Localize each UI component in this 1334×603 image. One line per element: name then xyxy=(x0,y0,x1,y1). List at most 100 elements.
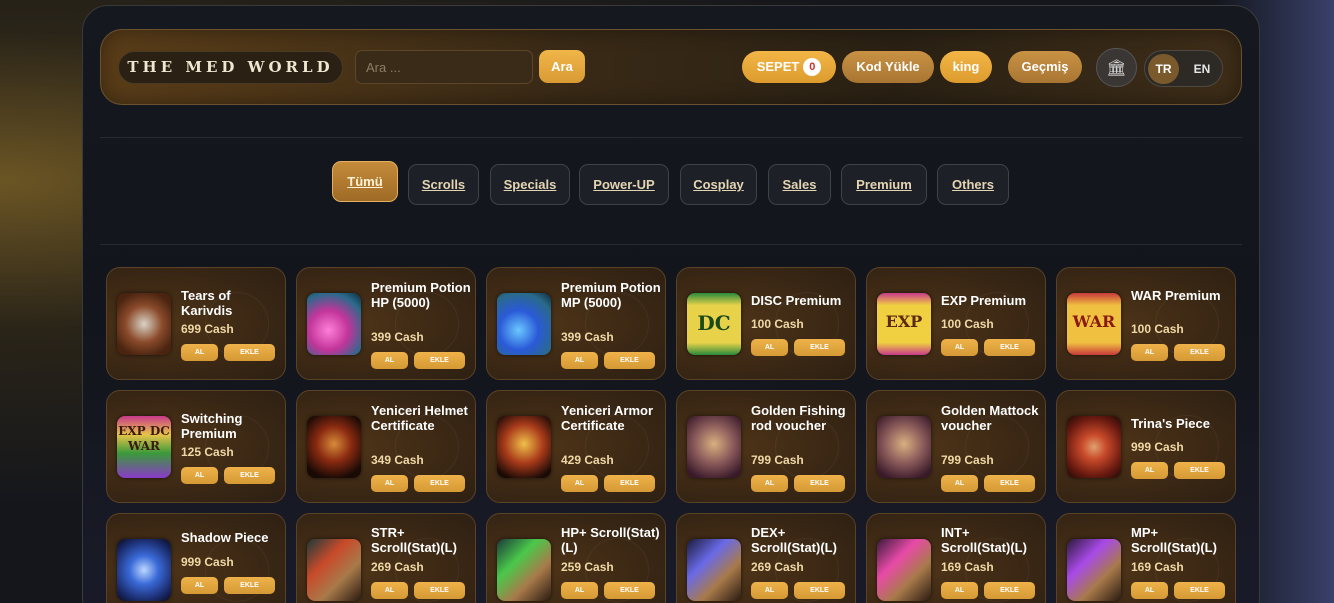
tab-cosplay[interactable]: Cosplay xyxy=(680,164,757,205)
product-price: 100 Cash xyxy=(751,317,804,331)
add-to-cart-button[interactable]: EKLE xyxy=(604,475,655,492)
buy-button[interactable]: AL xyxy=(941,475,978,492)
product-name: EXP Premium xyxy=(941,293,1027,308)
helmet-icon xyxy=(307,416,361,478)
buy-button[interactable]: AL xyxy=(371,582,408,599)
add-to-cart-button[interactable]: EKLE xyxy=(984,582,1035,599)
add-to-cart-button[interactable]: EKLE xyxy=(224,344,275,361)
product-price: 169 Cash xyxy=(1131,560,1184,574)
product-card[interactable]: MP+ Scroll(Stat)(L) 169 Cash AL EKLE xyxy=(1056,513,1236,603)
buy-button[interactable]: AL xyxy=(1131,462,1168,479)
add-to-cart-button[interactable]: EKLE xyxy=(794,475,845,492)
buy-button[interactable]: AL xyxy=(751,475,788,492)
tab-sales[interactable]: Sales xyxy=(768,164,831,205)
tab-premium[interactable]: Premium xyxy=(841,164,927,205)
buy-button[interactable]: AL xyxy=(941,339,978,356)
product-name: Premium Potion MP (5000) xyxy=(561,280,661,310)
bank-icon[interactable]: 🏛 xyxy=(1096,48,1137,87)
lang-tr-button[interactable]: TR xyxy=(1148,54,1179,84)
product-name: Golden Fishing rod voucher xyxy=(751,403,846,433)
add-to-cart-button[interactable]: EKLE xyxy=(794,339,845,356)
buy-button[interactable]: AL xyxy=(181,577,218,594)
product-price: 429 Cash xyxy=(561,453,614,467)
buy-button[interactable]: AL xyxy=(1131,582,1168,599)
add-to-cart-button[interactable]: EKLE xyxy=(224,467,275,484)
product-card[interactable]: DC DISC Premium 100 Cash AL EKLE xyxy=(676,267,856,380)
add-to-cart-button[interactable]: EKLE xyxy=(604,352,655,369)
search-button[interactable]: Ara xyxy=(539,50,585,83)
buy-button[interactable]: AL xyxy=(371,352,408,369)
product-card[interactable]: Golden Fishing rod voucher 799 Cash AL E… xyxy=(676,390,856,503)
buy-button[interactable]: AL xyxy=(1131,344,1168,361)
product-card[interactable]: Shadow Piece 999 Cash AL EKLE xyxy=(106,513,286,603)
product-card[interactable]: DEX+ Scroll(Stat)(L) 269 Cash AL EKLE xyxy=(676,513,856,603)
add-to-cart-button[interactable]: EKLE xyxy=(604,582,655,599)
product-name: MP+ Scroll(Stat)(L) xyxy=(1131,525,1217,555)
buy-button[interactable]: AL xyxy=(561,475,598,492)
buy-button[interactable]: AL xyxy=(561,582,598,599)
buy-button[interactable]: AL xyxy=(941,582,978,599)
buy-button[interactable]: AL xyxy=(561,352,598,369)
product-card[interactable]: Yeniceri Armor Certificate 429 Cash AL E… xyxy=(486,390,666,503)
product-name: Shadow Piece xyxy=(181,530,269,545)
site-logo[interactable]: THE MED WORLD xyxy=(118,51,343,84)
add-to-cart-button[interactable]: EKLE xyxy=(984,475,1035,492)
product-card[interactable]: Golden Mattock voucher 799 Cash AL EKLE xyxy=(866,390,1046,503)
armor-icon xyxy=(497,416,551,478)
add-to-cart-button[interactable]: EKLE xyxy=(414,475,465,492)
tab-tumu[interactable]: Tümü xyxy=(332,161,398,202)
product-card[interactable]: HP+ Scroll(Stat)(L) 259 Cash AL EKLE xyxy=(486,513,666,603)
product-price: 799 Cash xyxy=(751,453,804,467)
tab-others[interactable]: Others xyxy=(937,164,1009,205)
product-price: 100 Cash xyxy=(1131,322,1184,336)
str-scroll-icon xyxy=(307,539,361,601)
buy-button[interactable]: AL xyxy=(181,344,218,361)
buy-button[interactable]: AL xyxy=(751,582,788,599)
product-name: WAR Premium xyxy=(1131,288,1221,303)
add-to-cart-button[interactable]: EKLE xyxy=(224,577,275,594)
dex-scroll-icon xyxy=(687,539,741,601)
product-card[interactable]: STR+ Scroll(Stat)(L) 269 Cash AL EKLE xyxy=(296,513,476,603)
add-to-cart-button[interactable]: EKLE xyxy=(984,339,1035,356)
product-name: INT+ Scroll(Stat)(L) xyxy=(941,525,1027,555)
product-card[interactable]: Trina's Piece 999 Cash AL EKLE xyxy=(1056,390,1236,503)
product-card[interactable]: EXP DC WAR Switching Premium 125 Cash AL… xyxy=(106,390,286,503)
product-card[interactable]: Premium Potion HP (5000) 399 Cash AL EKL… xyxy=(296,267,476,380)
product-name: HP+ Scroll(Stat)(L) xyxy=(561,525,660,555)
cart-count-badge: 0 xyxy=(803,58,822,76)
product-name: DEX+ Scroll(Stat)(L) xyxy=(751,525,837,555)
product-card[interactable]: WAR WAR Premium 100 Cash AL EKLE xyxy=(1056,267,1236,380)
code-upload-button[interactable]: Kod Yükle xyxy=(842,51,934,83)
add-to-cart-button[interactable]: EKLE xyxy=(1174,462,1225,479)
history-button[interactable]: Geçmiş xyxy=(1008,51,1082,83)
shadow-piece-icon xyxy=(117,539,171,601)
add-to-cart-button[interactable]: EKLE xyxy=(1174,344,1225,361)
product-name: Yeniceri Helmet Certificate xyxy=(371,403,468,433)
search-input[interactable] xyxy=(355,50,533,84)
product-price: 799 Cash xyxy=(941,453,994,467)
buy-button[interactable]: AL xyxy=(181,467,218,484)
cart-button[interactable]: SEPET 0 xyxy=(742,51,836,83)
product-card[interactable]: Tears of Karivdis 699 Cash AL EKLE xyxy=(106,267,286,380)
add-to-cart-button[interactable]: EKLE xyxy=(414,352,465,369)
buy-button[interactable]: AL xyxy=(751,339,788,356)
add-to-cart-button[interactable]: EKLE xyxy=(414,582,465,599)
add-to-cart-button[interactable]: EKLE xyxy=(794,582,845,599)
tab-power-up[interactable]: Power-UP xyxy=(579,164,669,205)
tab-scrolls[interactable]: Scrolls xyxy=(408,164,479,205)
product-card[interactable]: Premium Potion MP (5000) 399 Cash AL EKL… xyxy=(486,267,666,380)
product-card[interactable]: EXP EXP Premium 100 Cash AL EKLE xyxy=(866,267,1046,380)
product-card[interactable]: INT+ Scroll(Stat)(L) 169 Cash AL EKLE xyxy=(866,513,1046,603)
product-card[interactable]: Yeniceri Helmet Certificate 349 Cash AL … xyxy=(296,390,476,503)
product-name: STR+ Scroll(Stat)(L) xyxy=(371,525,457,555)
tab-specials[interactable]: Specials xyxy=(490,164,570,205)
user-button[interactable]: king xyxy=(940,51,992,83)
product-price: 269 Cash xyxy=(371,560,424,574)
product-price: 699 Cash xyxy=(181,322,234,336)
divider-top xyxy=(100,137,1242,138)
buy-button[interactable]: AL xyxy=(371,475,408,492)
add-to-cart-button[interactable]: EKLE xyxy=(1174,582,1225,599)
product-price: 169 Cash xyxy=(941,560,994,574)
cart-label: SEPET xyxy=(756,59,800,74)
lang-en-button[interactable]: EN xyxy=(1187,54,1217,84)
